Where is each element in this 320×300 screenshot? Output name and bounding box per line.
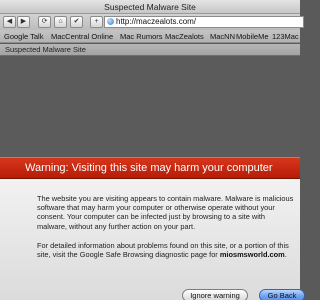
warning-paragraph-2: For detailed information about problems …	[37, 241, 297, 259]
toolbar: ◀ ▶ ⟳ ⌂ ✔ + http://maczealots.com/	[0, 14, 304, 30]
globe-icon	[107, 18, 114, 25]
tab-bar: Suspected Malware Site	[0, 44, 300, 56]
bookmark-check-button[interactable]: ✔	[70, 16, 83, 28]
forward-button[interactable]: ▶	[17, 16, 30, 28]
page-content: Warning: Visiting this site may harm you…	[0, 56, 305, 300]
warning-banner: Warning: Visiting this site may harm you…	[0, 157, 300, 179]
window-title: Suspected Malware Site	[0, 0, 300, 14]
go-back-button[interactable]: Go Back	[259, 289, 305, 300]
tab-suspected-malware[interactable]: Suspected Malware Site	[0, 44, 300, 55]
diagnostic-link[interactable]: miosmsworld.com	[220, 250, 285, 259]
address-bar[interactable]: http://maczealots.com/	[104, 16, 304, 28]
ignore-warning-button[interactable]: Ignore warning	[182, 289, 248, 300]
bookmark-item[interactable]: MacNN	[210, 30, 235, 42]
bookmark-item[interactable]: 123Mac	[272, 30, 299, 42]
bookmark-item[interactable]: Google Talk	[4, 30, 43, 42]
bookmark-item[interactable]: MobileMe	[236, 30, 269, 42]
bookmark-item[interactable]: MacZealots	[165, 30, 204, 42]
bookmark-item[interactable]: Mac Rumors	[120, 30, 163, 42]
address-text: http://maczealots.com/	[116, 17, 197, 26]
reload-button[interactable]: ⟳	[38, 16, 51, 28]
paragraph-end: .	[284, 250, 287, 260]
warning-panel: The website you are visiting appears to …	[0, 179, 305, 300]
add-bookmark-button[interactable]: +	[90, 16, 103, 28]
home-button[interactable]: ⌂	[54, 16, 67, 28]
bookmark-item[interactable]: MacCentral Online	[51, 30, 113, 42]
bookmarks-list: Google Talk MacCentral Online Mac Rumors…	[0, 30, 300, 42]
back-button[interactable]: ◀	[3, 16, 16, 28]
bookmarks-bar: Google Talk MacCentral Online Mac Rumors…	[0, 30, 300, 43]
warning-paragraph-1: The website you are visiting appears to …	[37, 194, 294, 231]
